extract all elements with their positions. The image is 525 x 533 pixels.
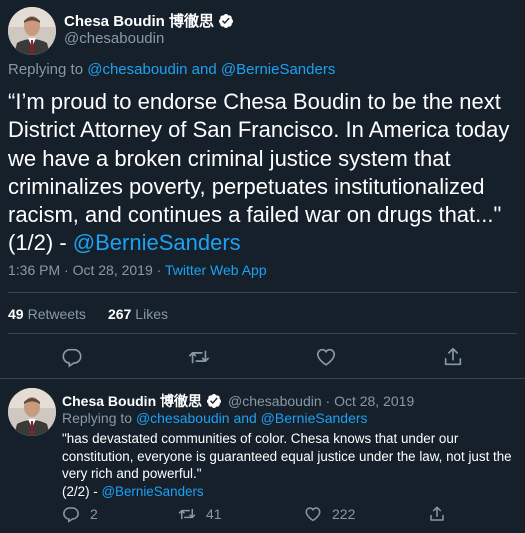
like-icon — [305, 507, 321, 522]
tweet-actions — [0, 346, 525, 370]
replying-prefix: Replying to — [62, 410, 133, 426]
divider — [8, 333, 517, 334]
tweet-text: “I’m proud to endorse Chesa Boudin to be… — [8, 88, 518, 258]
retweet-icon — [178, 508, 196, 520]
divider — [0, 378, 525, 379]
retweet-button[interactable] — [188, 346, 212, 370]
like-count: 222 — [332, 506, 356, 522]
author-row: Chesa Boudin 博徹思 — [64, 10, 234, 31]
tweet-stats: 49 Retweets 267 Likes — [8, 306, 190, 322]
signoff-text: (2/2) - — [62, 483, 102, 499]
reply-icon — [63, 507, 79, 523]
retweets-count: 49 — [8, 306, 24, 322]
likes-label: Likes — [135, 306, 168, 322]
share-button[interactable] — [442, 346, 466, 370]
tweet-meta: 1:36 PM · Oct 28, 2019 · Twitter Web App — [8, 262, 267, 278]
retweet-icon — [189, 350, 209, 364]
reply-header: Chesa Boudin 博徹思 @chesaboudin · Oct 28, … — [62, 391, 414, 411]
reply-text: "has devastated communities of color. Ch… — [62, 430, 518, 500]
replying-to: Replying to @chesaboudin and @BernieSand… — [62, 410, 368, 426]
avatar[interactable] — [8, 7, 56, 55]
like-button[interactable]: 222 — [304, 505, 355, 523]
reply-count: 2 — [90, 506, 98, 522]
handle-date[interactable]: @chesaboudin · Oct 28, 2019 — [228, 393, 414, 409]
retweet-count: 41 — [206, 506, 222, 522]
reply-icon — [62, 348, 82, 368]
author-handle[interactable]: @chesaboudin — [64, 30, 164, 47]
retweet-button[interactable]: 41 — [178, 505, 222, 523]
tweet-timestamp[interactable]: 1:36 PM · Oct 28, 2019 · — [8, 262, 165, 278]
like-button[interactable] — [315, 346, 339, 370]
replying-prefix: Replying to — [8, 61, 84, 78]
mention-link[interactable]: @BernieSanders — [73, 230, 241, 255]
likes-stat[interactable]: 267 Likes — [108, 306, 168, 322]
avatar[interactable] — [8, 388, 56, 436]
divider — [8, 292, 517, 293]
reply-button[interactable] — [61, 346, 85, 370]
replying-to: Replying to @chesaboudin and @BernieSand… — [8, 61, 335, 78]
share-button[interactable] — [428, 505, 456, 523]
like-icon — [316, 348, 336, 366]
replying-handles-link[interactable]: @chesaboudin and @BernieSanders — [136, 410, 368, 426]
mention-link[interactable]: @BernieSanders — [101, 484, 203, 499]
author-name[interactable]: Chesa Boudin 博徹思 — [62, 391, 202, 411]
reply-button[interactable]: 2 — [62, 505, 98, 523]
share-icon — [444, 347, 462, 366]
retweets-label: Retweets — [27, 306, 86, 322]
verified-badge-icon — [206, 393, 222, 409]
verified-badge-icon — [218, 13, 234, 29]
reply-signoff: (2/2) - @BernieSanders — [62, 483, 518, 501]
retweets-stat[interactable]: 49 Retweets — [8, 306, 86, 322]
tweet-source-link[interactable]: Twitter Web App — [165, 262, 267, 278]
reply-body: "has devastated communities of color. Ch… — [62, 431, 512, 482]
replying-handles-link[interactable]: @chesaboudin and @BernieSanders — [87, 61, 335, 78]
author-name[interactable]: Chesa Boudin 博徹思 — [64, 10, 214, 31]
likes-count: 267 — [107, 306, 132, 322]
share-icon — [430, 506, 444, 521]
